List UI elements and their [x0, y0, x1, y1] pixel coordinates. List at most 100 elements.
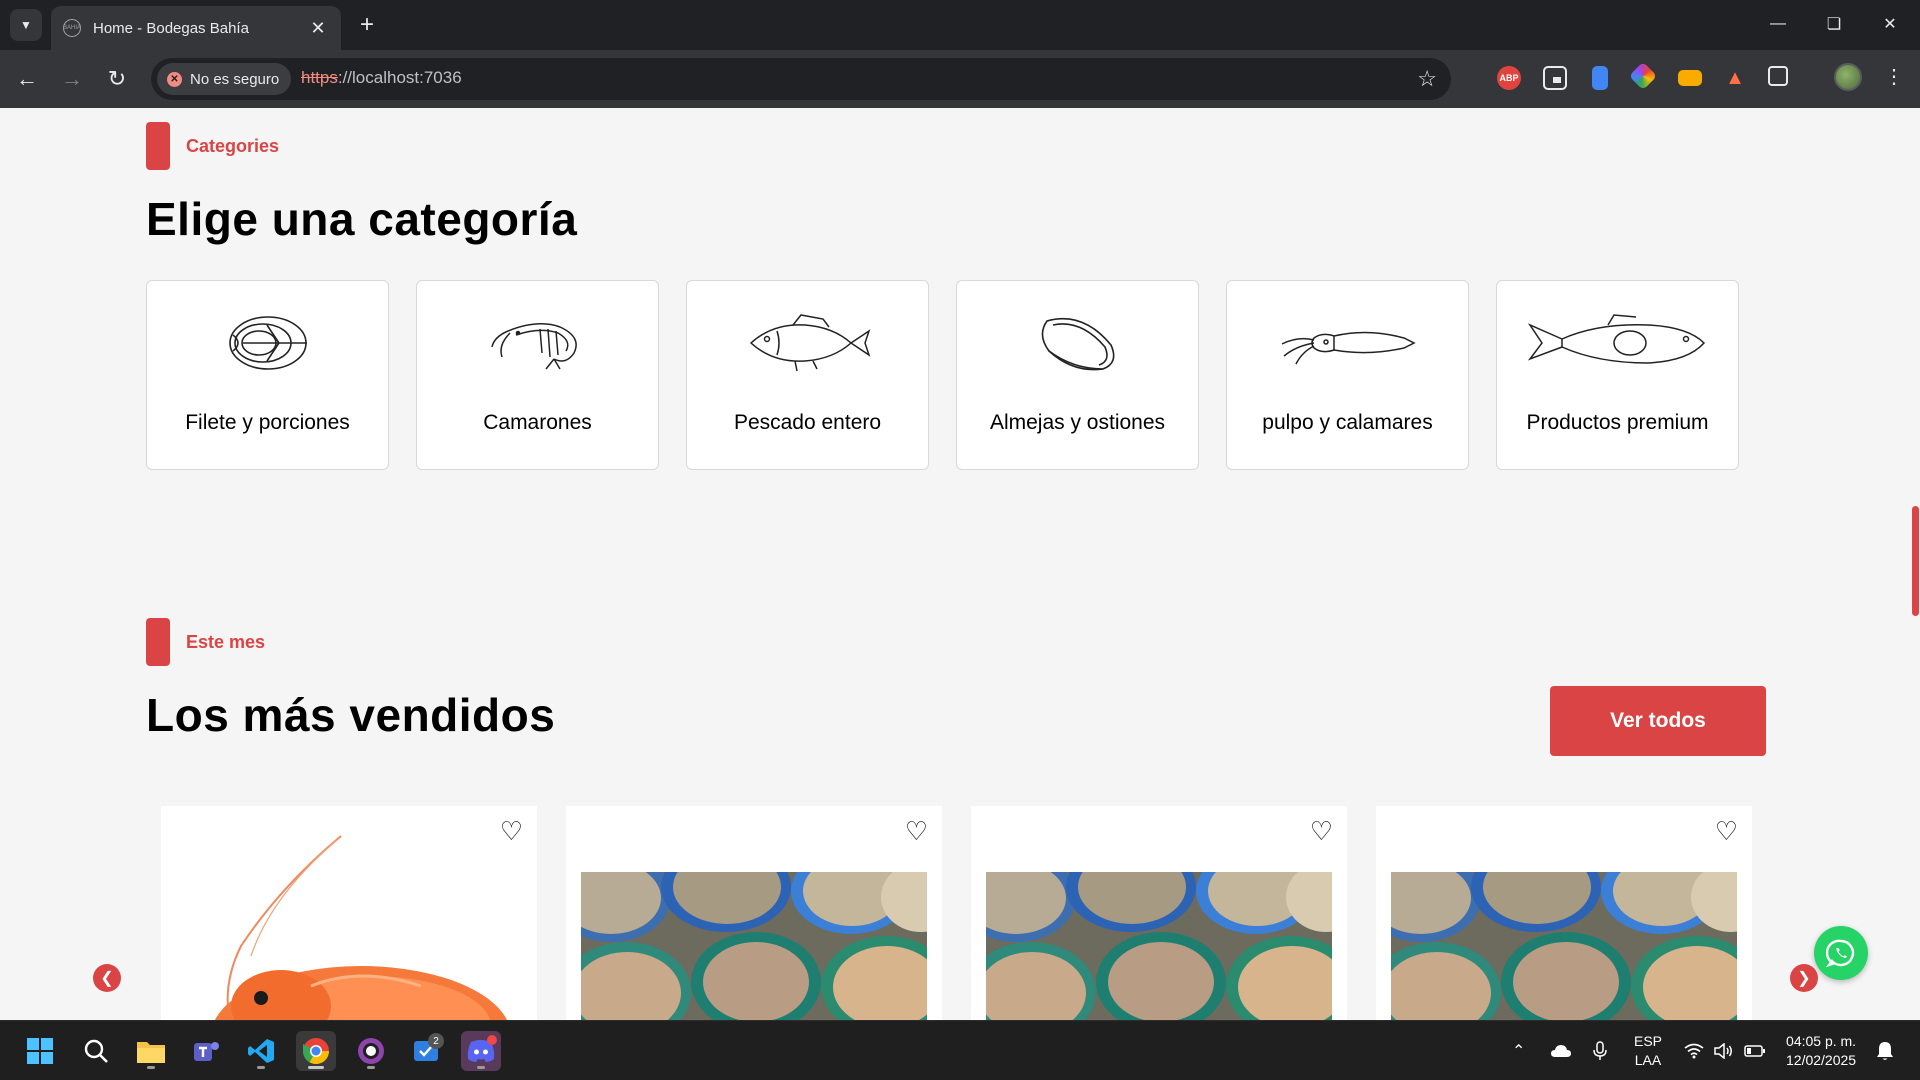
category-card-almejas[interactable]: Almejas y ostiones [956, 280, 1199, 470]
web-page: Categories Elige una categoría Filete y … [0, 108, 1920, 1020]
slider-next-button[interactable]: ❯ [1790, 964, 1818, 992]
category-label: Productos premium [1526, 411, 1709, 434]
file-explorer-icon[interactable] [131, 1031, 171, 1071]
category-label: Pescado entero [733, 411, 882, 434]
categories-tag: Categories [146, 122, 279, 170]
vscode-icon[interactable] [241, 1031, 281, 1071]
heart-icon[interactable]: ♡ [905, 818, 928, 844]
notes-icon[interactable] [1678, 70, 1702, 86]
battery-icon [1744, 1045, 1765, 1057]
browser-menu-icon[interactable]: ⋮ [1884, 64, 1904, 89]
microphone-icon[interactable] [1593, 1021, 1607, 1080]
restore-button[interactable]: ❏ [1806, 0, 1862, 48]
security-label: No es seguro [190, 70, 280, 88]
site-favicon-icon: BAHIA [63, 19, 81, 37]
heart-icon[interactable]: ♡ [1310, 818, 1333, 844]
search-icon[interactable] [76, 1031, 116, 1071]
category-card-premium[interactable]: Productos premium [1496, 280, 1739, 470]
tag-accent-bar [146, 618, 170, 666]
close-tab-icon[interactable]: ✕ [307, 18, 329, 39]
product-card[interactable]: ♡ [161, 806, 537, 1020]
color-picker-icon[interactable] [1628, 61, 1658, 91]
profile-avatar[interactable] [1834, 63, 1862, 91]
chevron-up-icon: ⌃ [1512, 1043, 1526, 1060]
address-bar[interactable]: ✕ No es seguro https://localhost:7036 ☆ [151, 58, 1451, 100]
premium-fish-icon [1497, 307, 1738, 379]
minimize-button[interactable]: — [1750, 0, 1806, 48]
todo-icon[interactable]: 2 [406, 1031, 446, 1071]
discord-icon[interactable] [461, 1031, 501, 1071]
onedrive-icon[interactable] [1550, 1021, 1572, 1080]
browser-tab[interactable]: BAHIA Home - Bodegas Bahía ✕ [51, 6, 341, 50]
category-card-camarones[interactable]: Camarones [416, 280, 659, 470]
category-card-pulpo[interactable]: pulpo y calamares [1226, 280, 1469, 470]
adblock-label: ABP [1499, 73, 1519, 83]
tag-accent-bar [146, 122, 170, 170]
volume-icon [1714, 1043, 1732, 1059]
running-indicator [367, 1066, 375, 1069]
show-hidden-icons-button[interactable]: ⌃ [1512, 1021, 1525, 1080]
slider-prev-button[interactable]: ❮ [93, 964, 121, 992]
bookmark-star-icon[interactable]: ☆ [1417, 66, 1437, 92]
github-desktop-icon[interactable] [351, 1031, 391, 1071]
back-button[interactable]: ← [12, 64, 42, 94]
whole-fish-icon [687, 307, 928, 379]
clock-time: 04:05 p. m. [1786, 1033, 1857, 1049]
view-all-button[interactable]: Ver todos [1550, 686, 1766, 756]
clam-icon [957, 307, 1198, 379]
windows-taskbar: 2 ⌃ ESP LAA 04:05 p. m. 12/02/2025 [0, 1020, 1920, 1080]
chevron-right-icon: ❯ [1797, 970, 1811, 987]
shrimp-icon [417, 307, 658, 379]
url-host: ://localhost:7036 [337, 68, 462, 87]
heart-icon[interactable]: ♡ [1715, 818, 1738, 844]
language-code: ESP [1634, 1033, 1663, 1049]
close-window-button[interactable]: ✕ [1862, 0, 1918, 48]
language-indicator[interactable]: ESP LAA [1634, 1021, 1662, 1080]
category-label: Filete y porciones [185, 411, 350, 434]
product-card[interactable]: ♡ [1376, 806, 1752, 1020]
seafood-market-photo [581, 872, 927, 1020]
category-label: pulpo y calamares [1262, 411, 1433, 434]
bestsellers-title: Los más vendidos [146, 689, 556, 741]
keyboard-layout: LAA [1634, 1052, 1662, 1068]
wifi-icon [1684, 1043, 1704, 1059]
whatsapp-button[interactable] [1814, 926, 1868, 980]
puzzle-icon[interactable] [1768, 66, 1788, 86]
category-card-filete[interactable]: Filete y porciones [146, 280, 389, 470]
fish-steak-icon [147, 307, 388, 379]
notifications-bell-icon[interactable] [1876, 1021, 1894, 1080]
clock-date: 12/02/2025 [1786, 1052, 1857, 1068]
page-scrollbar-thumb[interactable] [1912, 506, 1919, 616]
whatsapp-icon [1826, 939, 1855, 968]
security-chip[interactable]: ✕ No es seguro [157, 63, 292, 95]
document-icon[interactable] [1592, 66, 1608, 90]
windows-start-icon[interactable] [20, 1031, 60, 1071]
shrimp-photo [161, 826, 537, 1020]
browser-tab-bar: ▼ BAHIA Home - Bodegas Bahía ✕ + — ❏ ✕ [0, 0, 1920, 50]
rocket-icon[interactable]: ▲ [1723, 66, 1747, 90]
reload-button[interactable]: ↻ [102, 64, 132, 94]
tab-search-button[interactable]: ▼ [10, 9, 42, 41]
product-card[interactable]: ♡ [971, 806, 1347, 1020]
categories-title: Elige una categoría [146, 193, 578, 245]
picture-in-picture-icon[interactable] [1543, 66, 1567, 90]
chrome-icon[interactable] [296, 1031, 336, 1071]
not-secure-icon: ✕ [167, 71, 182, 87]
category-label: Almejas y ostiones [989, 411, 1166, 434]
category-card-pescado-entero[interactable]: Pescado entero [686, 280, 929, 470]
categories-tag-label: Categories [186, 135, 280, 156]
clock[interactable]: 04:05 p. m. 12/02/2025 [1786, 1021, 1856, 1080]
seafood-market-photo [1391, 872, 1737, 1020]
quick-settings-button[interactable] [1684, 1021, 1766, 1080]
adblock-plus-icon[interactable]: ABP [1497, 66, 1521, 90]
url-text[interactable]: https://localhost:7036 [301, 68, 462, 88]
product-card[interactable]: ♡ [566, 806, 942, 1020]
url-scheme: https [301, 68, 338, 87]
forward-button[interactable]: → [57, 64, 87, 94]
new-tab-button[interactable]: + [352, 10, 382, 40]
notification-badge: 2 [428, 1033, 444, 1049]
teams-icon[interactable] [186, 1031, 226, 1071]
running-indicator [477, 1066, 485, 1069]
bestsellers-tag-label: Este mes [186, 631, 266, 652]
running-indicator [257, 1066, 265, 1069]
